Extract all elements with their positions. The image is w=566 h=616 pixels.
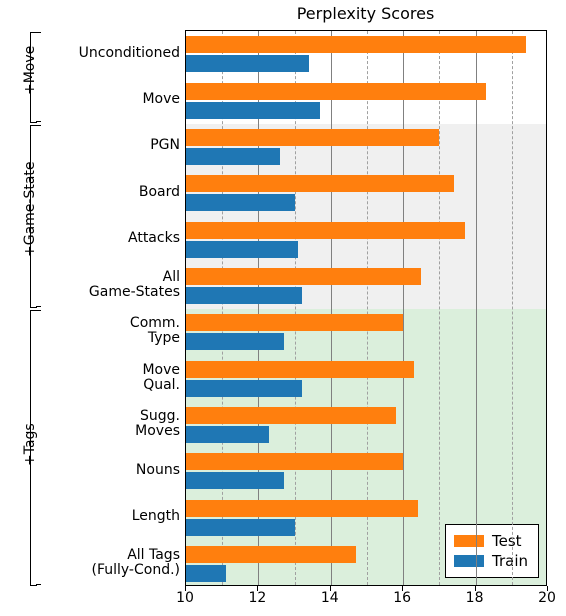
xtick-mark: [330, 586, 331, 591]
xtick-label: 14: [321, 590, 339, 606]
bar-train: [186, 565, 226, 582]
ytick-label: Length: [132, 509, 180, 524]
bar-train: [186, 55, 309, 72]
xtick-mark: [547, 586, 548, 591]
ytick-label: Board: [139, 185, 180, 200]
bar-train: [186, 426, 269, 443]
bar-train: [186, 472, 284, 489]
bar-test: [186, 361, 414, 378]
ytick-label: All Game-States: [89, 270, 180, 300]
bar-test: [186, 83, 486, 100]
grid-minor: [512, 31, 513, 585]
xtick-mark: [257, 586, 258, 591]
xtick-label: 18: [466, 590, 484, 606]
plot-area: Test Train: [185, 30, 547, 586]
bar-test: [186, 453, 403, 470]
bar-train: [186, 241, 298, 258]
bar-train: [186, 380, 302, 397]
bar-test: [186, 268, 421, 285]
legend-label: Test: [492, 531, 522, 551]
bar-test: [186, 222, 465, 239]
ytick-label: PGN: [150, 138, 180, 153]
xtick-mark: [475, 586, 476, 591]
ytick-label: Sugg. Moves: [135, 409, 180, 439]
group-bracket-end: [36, 32, 41, 33]
bar-train: [186, 333, 284, 350]
xtick-mark: [402, 586, 403, 591]
xtick-label: 10: [176, 590, 194, 606]
group-bracket-end: [36, 125, 41, 126]
ytick-label: All Tags (Fully-Cond.): [91, 548, 180, 578]
legend-swatch-test: [454, 535, 484, 547]
chart-container: Perplexity Scores Test Train Uncondition…: [0, 0, 566, 616]
bar-test: [186, 500, 418, 517]
ytick-label: Move: [142, 92, 180, 107]
group-bracket-end: [36, 310, 41, 311]
ytick-label: Comm. Type: [130, 316, 180, 346]
bar-test: [186, 314, 403, 331]
legend-entry-test: Test: [454, 531, 528, 551]
bar-train: [186, 194, 295, 211]
ytick-label: Move Qual.: [142, 363, 180, 393]
ytick-label: Unconditioned: [79, 46, 180, 61]
ytick-label: Attacks: [128, 231, 180, 246]
bar-test: [186, 175, 454, 192]
legend: Test Train: [445, 524, 539, 578]
chart-title: Perplexity Scores: [185, 4, 546, 23]
bar-train: [186, 287, 302, 304]
legend-label: Train: [492, 551, 528, 571]
bar-train: [186, 519, 295, 536]
bar-test: [186, 36, 526, 53]
bar-test: [186, 546, 356, 563]
group-label: +Move: [22, 46, 38, 95]
group-label: +Tags: [22, 423, 38, 466]
xtick-label: 16: [393, 590, 411, 606]
ytick-label: Nouns: [136, 463, 180, 478]
xtick-label: 12: [248, 590, 266, 606]
group-bracket-end: [36, 584, 41, 585]
group-bracket-end: [36, 306, 41, 307]
legend-entry-train: Train: [454, 551, 528, 571]
group-bracket-end: [36, 121, 41, 122]
legend-swatch-train: [454, 555, 484, 567]
bar-test: [186, 407, 396, 424]
bar-train: [186, 102, 320, 119]
bar-test: [186, 129, 439, 146]
grid-major: [476, 31, 477, 585]
grid-minor: [439, 31, 440, 585]
group-label: +Game-State: [22, 161, 38, 257]
bar-train: [186, 148, 280, 165]
xtick-label: 20: [538, 590, 556, 606]
xtick-mark: [185, 586, 186, 591]
